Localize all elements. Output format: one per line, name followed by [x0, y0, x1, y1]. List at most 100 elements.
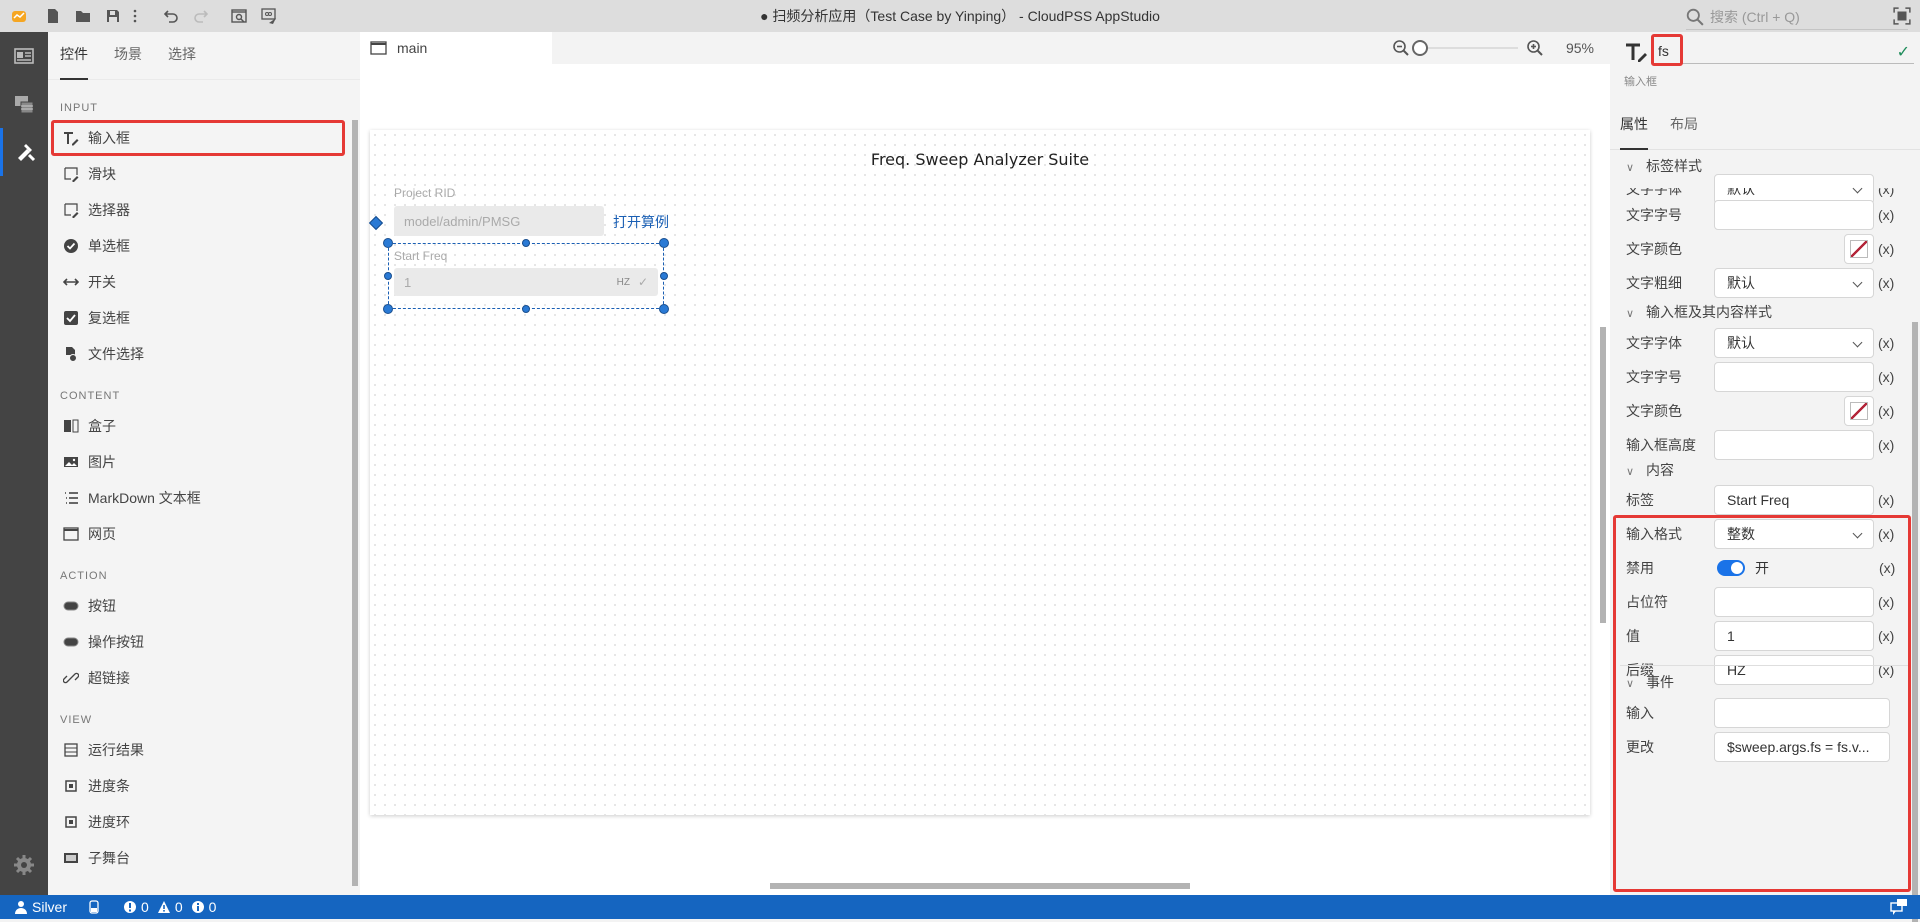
on-change-event-field[interactable]: $sweep.args.fs = fs.v... — [1714, 732, 1890, 762]
component-item-file-select[interactable]: 文件选择 — [51, 336, 345, 372]
start-freq-input[interactable]: 1 HZ ✓ — [394, 268, 658, 296]
value-input[interactable]: 1 — [1714, 621, 1874, 651]
anchor-handle[interactable] — [368, 215, 384, 231]
placeholder-input[interactable] — [1714, 587, 1874, 617]
expression-toggle[interactable]: (x) — [1878, 526, 1902, 542]
user-indicator[interactable]: Silver — [14, 899, 67, 915]
label-input[interactable]: Start Freq — [1714, 485, 1874, 515]
tab-selection[interactable]: 选择 — [168, 32, 196, 79]
component-item-markdown[interactable]: MarkDown 文本框 — [51, 480, 345, 516]
expression-toggle[interactable]: (x) — [1878, 594, 1902, 610]
expression-toggle[interactable]: (x) — [1878, 369, 1902, 385]
component-item-link[interactable]: 超链接 — [51, 660, 345, 696]
component-item-action-button[interactable]: 操作按钮 — [51, 624, 345, 660]
open-folder-icon[interactable] — [72, 5, 94, 27]
tab-scenes[interactable]: 场景 — [114, 32, 142, 79]
component-item-box[interactable]: 盒子 — [51, 408, 345, 444]
group-header[interactable]: ∨ 事件 — [1620, 668, 1910, 696]
input-format-select[interactable]: 整数 — [1714, 519, 1874, 549]
confirm-check-icon[interactable]: ✓ — [1897, 42, 1910, 64]
component-item-switch[interactable]: 开关 — [51, 264, 345, 300]
stage[interactable]: Freq. Sweep Analyzer Suite Project RID m… — [368, 130, 1590, 815]
expression-toggle[interactable]: (x) — [1878, 241, 1902, 257]
more-vertical-icon[interactable] — [124, 5, 146, 27]
component-item-webpage[interactable]: 网页 — [51, 516, 345, 552]
fullscreen-icon[interactable] — [1893, 7, 1911, 25]
zoom-out-icon[interactable] — [1392, 39, 1410, 57]
expression-toggle[interactable]: (x) — [1878, 207, 1902, 223]
expression-toggle[interactable]: (x) — [1878, 403, 1902, 419]
undo-icon[interactable] — [160, 5, 182, 27]
resize-handle-r[interactable] — [660, 272, 668, 280]
layout-icon[interactable] — [0, 32, 48, 80]
resize-handle-tr[interactable] — [659, 238, 669, 248]
expression-toggle[interactable]: (x) — [1878, 437, 1902, 453]
feedback-icon[interactable] — [1890, 898, 1908, 916]
expression-toggle[interactable]: (x) — [1878, 275, 1902, 291]
component-item-checkbox[interactable]: 复选框 — [51, 300, 345, 336]
search-box[interactable]: 搜索 (Ctrl + Q) — [1686, 4, 1908, 30]
expression-toggle[interactable]: (x) — [1878, 335, 1902, 351]
warning-count[interactable]: 0 — [157, 899, 183, 915]
zoom-slider-knob[interactable] — [1411, 40, 1428, 56]
component-item-text-input[interactable]: 输入框 — [51, 120, 345, 156]
project-rid-input[interactable]: model/admin/PMSG — [394, 206, 604, 236]
resize-handle-bl[interactable] — [383, 304, 393, 314]
expression-toggle[interactable]: (x) — [1878, 628, 1902, 644]
resize-handle-tl[interactable] — [383, 238, 393, 248]
media-icon[interactable] — [0, 80, 48, 128]
component-item-progress-bar[interactable]: 进度条 — [51, 768, 345, 804]
info-count-value: 0 — [208, 899, 217, 915]
stage-title[interactable]: Freq. Sweep Analyzer Suite — [370, 150, 1590, 169]
resize-handle-br[interactable] — [659, 304, 669, 314]
tab-controls[interactable]: 控件 — [60, 32, 88, 80]
component-item-radio[interactable]: 单选框 — [51, 228, 345, 264]
info-count[interactable]: 0 — [191, 899, 217, 915]
font-size-input[interactable] — [1714, 200, 1874, 230]
component-item-slider[interactable]: 滑块 — [51, 156, 345, 192]
component-item-selector[interactable]: 选择器 — [51, 192, 345, 228]
font-family-select[interactable]: 默认 — [1714, 328, 1874, 358]
zoom-in-icon[interactable] — [1526, 39, 1544, 57]
component-item-button[interactable]: 按钮 — [51, 588, 345, 624]
check-icon: ✓ — [637, 275, 648, 289]
publish-icon[interactable] — [258, 5, 280, 27]
preview-icon[interactable] — [228, 5, 250, 27]
component-item-substage[interactable]: 子舞台 — [51, 840, 345, 876]
redo-icon[interactable] — [190, 5, 212, 27]
component-list-scrollbar[interactable] — [352, 120, 358, 886]
canvas-vertical-scrollbar[interactable] — [1600, 327, 1606, 623]
resize-handle-b[interactable] — [522, 305, 530, 313]
error-count[interactable]: 0 — [123, 899, 149, 915]
tools-icon[interactable] — [0, 128, 48, 176]
new-file-icon[interactable] — [42, 5, 64, 27]
font-size-input[interactable] — [1714, 362, 1874, 392]
component-item-result[interactable]: 运行结果 — [51, 732, 345, 768]
group-header[interactable]: ∨ 内容 — [1620, 456, 1910, 484]
color-picker[interactable] — [1844, 396, 1874, 426]
component-item-progress-ring[interactable]: 进度环 — [51, 804, 345, 840]
storage-indicator[interactable] — [87, 900, 105, 914]
component-name-input[interactable]: fs ✓ — [1651, 34, 1914, 66]
tab-main[interactable]: main — [360, 32, 552, 64]
open-case-link[interactable]: 打开算例 — [613, 212, 669, 232]
action-button-icon — [63, 634, 79, 650]
resize-handle-l[interactable] — [384, 272, 392, 280]
properties-scrollbar[interactable] — [1912, 322, 1918, 922]
group-header[interactable]: ∨ 输入框及其内容样式 — [1620, 298, 1910, 326]
zoom-slider[interactable] — [1411, 40, 1518, 56]
font-weight-select[interactable]: 默认 — [1714, 268, 1874, 298]
component-item-image[interactable]: 图片 — [51, 444, 345, 480]
tab-layout[interactable]: 布局 — [1670, 104, 1698, 149]
expression-toggle[interactable]: (x) — [1878, 188, 1902, 197]
gear-icon[interactable] — [0, 841, 48, 889]
save-icon[interactable] — [102, 5, 124, 27]
disabled-toggle[interactable] — [1717, 560, 1745, 576]
on-input-event-field[interactable] — [1714, 698, 1890, 728]
expression-toggle[interactable]: (x) — [1878, 492, 1902, 508]
color-picker[interactable] — [1844, 234, 1874, 264]
resize-handle-t[interactable] — [522, 239, 530, 247]
tab-properties[interactable]: 属性 — [1620, 104, 1648, 150]
expression-toggle[interactable]: (x) — [1879, 560, 1903, 576]
canvas-horizontal-scrollbar[interactable] — [770, 883, 1190, 889]
